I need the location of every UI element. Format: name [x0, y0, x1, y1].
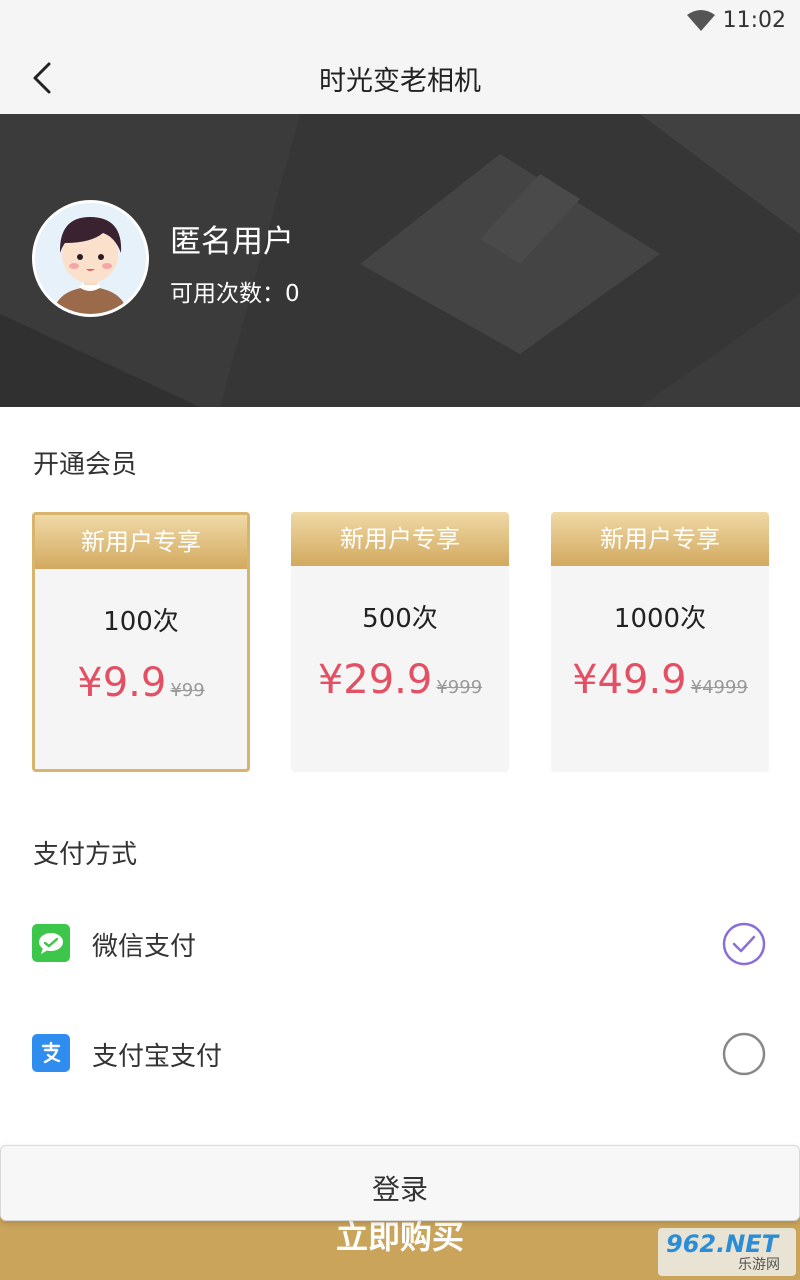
plan-banner: 新用户专享	[551, 512, 769, 566]
wifi-icon	[686, 10, 716, 36]
user-name: 匿名用户	[170, 224, 294, 260]
checked-radio-icon[interactable]	[722, 922, 766, 966]
payment-label: 微信支付	[92, 932, 197, 962]
wechat-pay-icon	[32, 924, 70, 962]
plan-card-500[interactable]: 新用户专享 500次 ¥29.9 ¥999	[291, 512, 509, 772]
plan-banner: 新用户专享	[291, 512, 509, 566]
membership-title: 开通会员	[33, 450, 138, 480]
plan-card-1000[interactable]: 新用户专享 1000次 ¥49.9 ¥4999	[551, 512, 769, 772]
payment-title: 支付方式	[33, 840, 138, 870]
profile-header: 匿名用户 可用次数：0	[0, 114, 800, 407]
usage-count: 可用次数：0	[170, 274, 300, 308]
usage-value: 0	[285, 281, 300, 307]
plan-count: 500次	[362, 604, 438, 634]
status-bar: 11:02	[0, 0, 800, 42]
payment-option-alipay[interactable]: 支付宝支付	[0, 1024, 800, 1084]
plan-price-row: ¥9.9 ¥99	[35, 660, 247, 706]
app-bar: 时光变老相机	[0, 42, 800, 114]
plan-banner: 新用户专享	[35, 515, 247, 569]
plan-price: ¥49.9	[572, 657, 687, 703]
status-time: 11:02	[722, 8, 786, 33]
login-label: 登录	[371, 1173, 428, 1206]
plan-count: 100次	[103, 607, 179, 637]
login-button[interactable]: 登录	[0, 1145, 800, 1221]
plan-original-price: ¥4999	[690, 677, 748, 698]
plan-price: ¥9.9	[77, 660, 167, 706]
usage-label: 可用次数：	[170, 281, 285, 307]
avatar-girl-icon	[35, 203, 146, 314]
plan-price-row: ¥49.9 ¥4999	[551, 657, 769, 703]
avatar[interactable]	[32, 200, 149, 317]
plan-card-100[interactable]: 新用户专享 100次 ¥9.9 ¥99	[32, 512, 250, 772]
page-title: 时光变老相机	[319, 66, 481, 97]
plan-count: 1000次	[613, 604, 707, 634]
plan-price: ¥29.9	[317, 657, 433, 703]
plan-original-price: ¥99	[170, 680, 205, 701]
payment-option-wechat[interactable]: 微信支付	[0, 914, 800, 974]
unchecked-radio-icon[interactable]	[722, 1032, 766, 1076]
plan-original-price: ¥999	[436, 677, 483, 698]
watermark-logo: 962.NET 乐游网	[658, 1228, 796, 1276]
plan-price-row: ¥29.9 ¥999	[291, 657, 509, 703]
alipay-icon	[32, 1034, 70, 1072]
payment-label: 支付宝支付	[92, 1042, 223, 1072]
watermark-sub: 乐游网	[738, 1257, 780, 1273]
